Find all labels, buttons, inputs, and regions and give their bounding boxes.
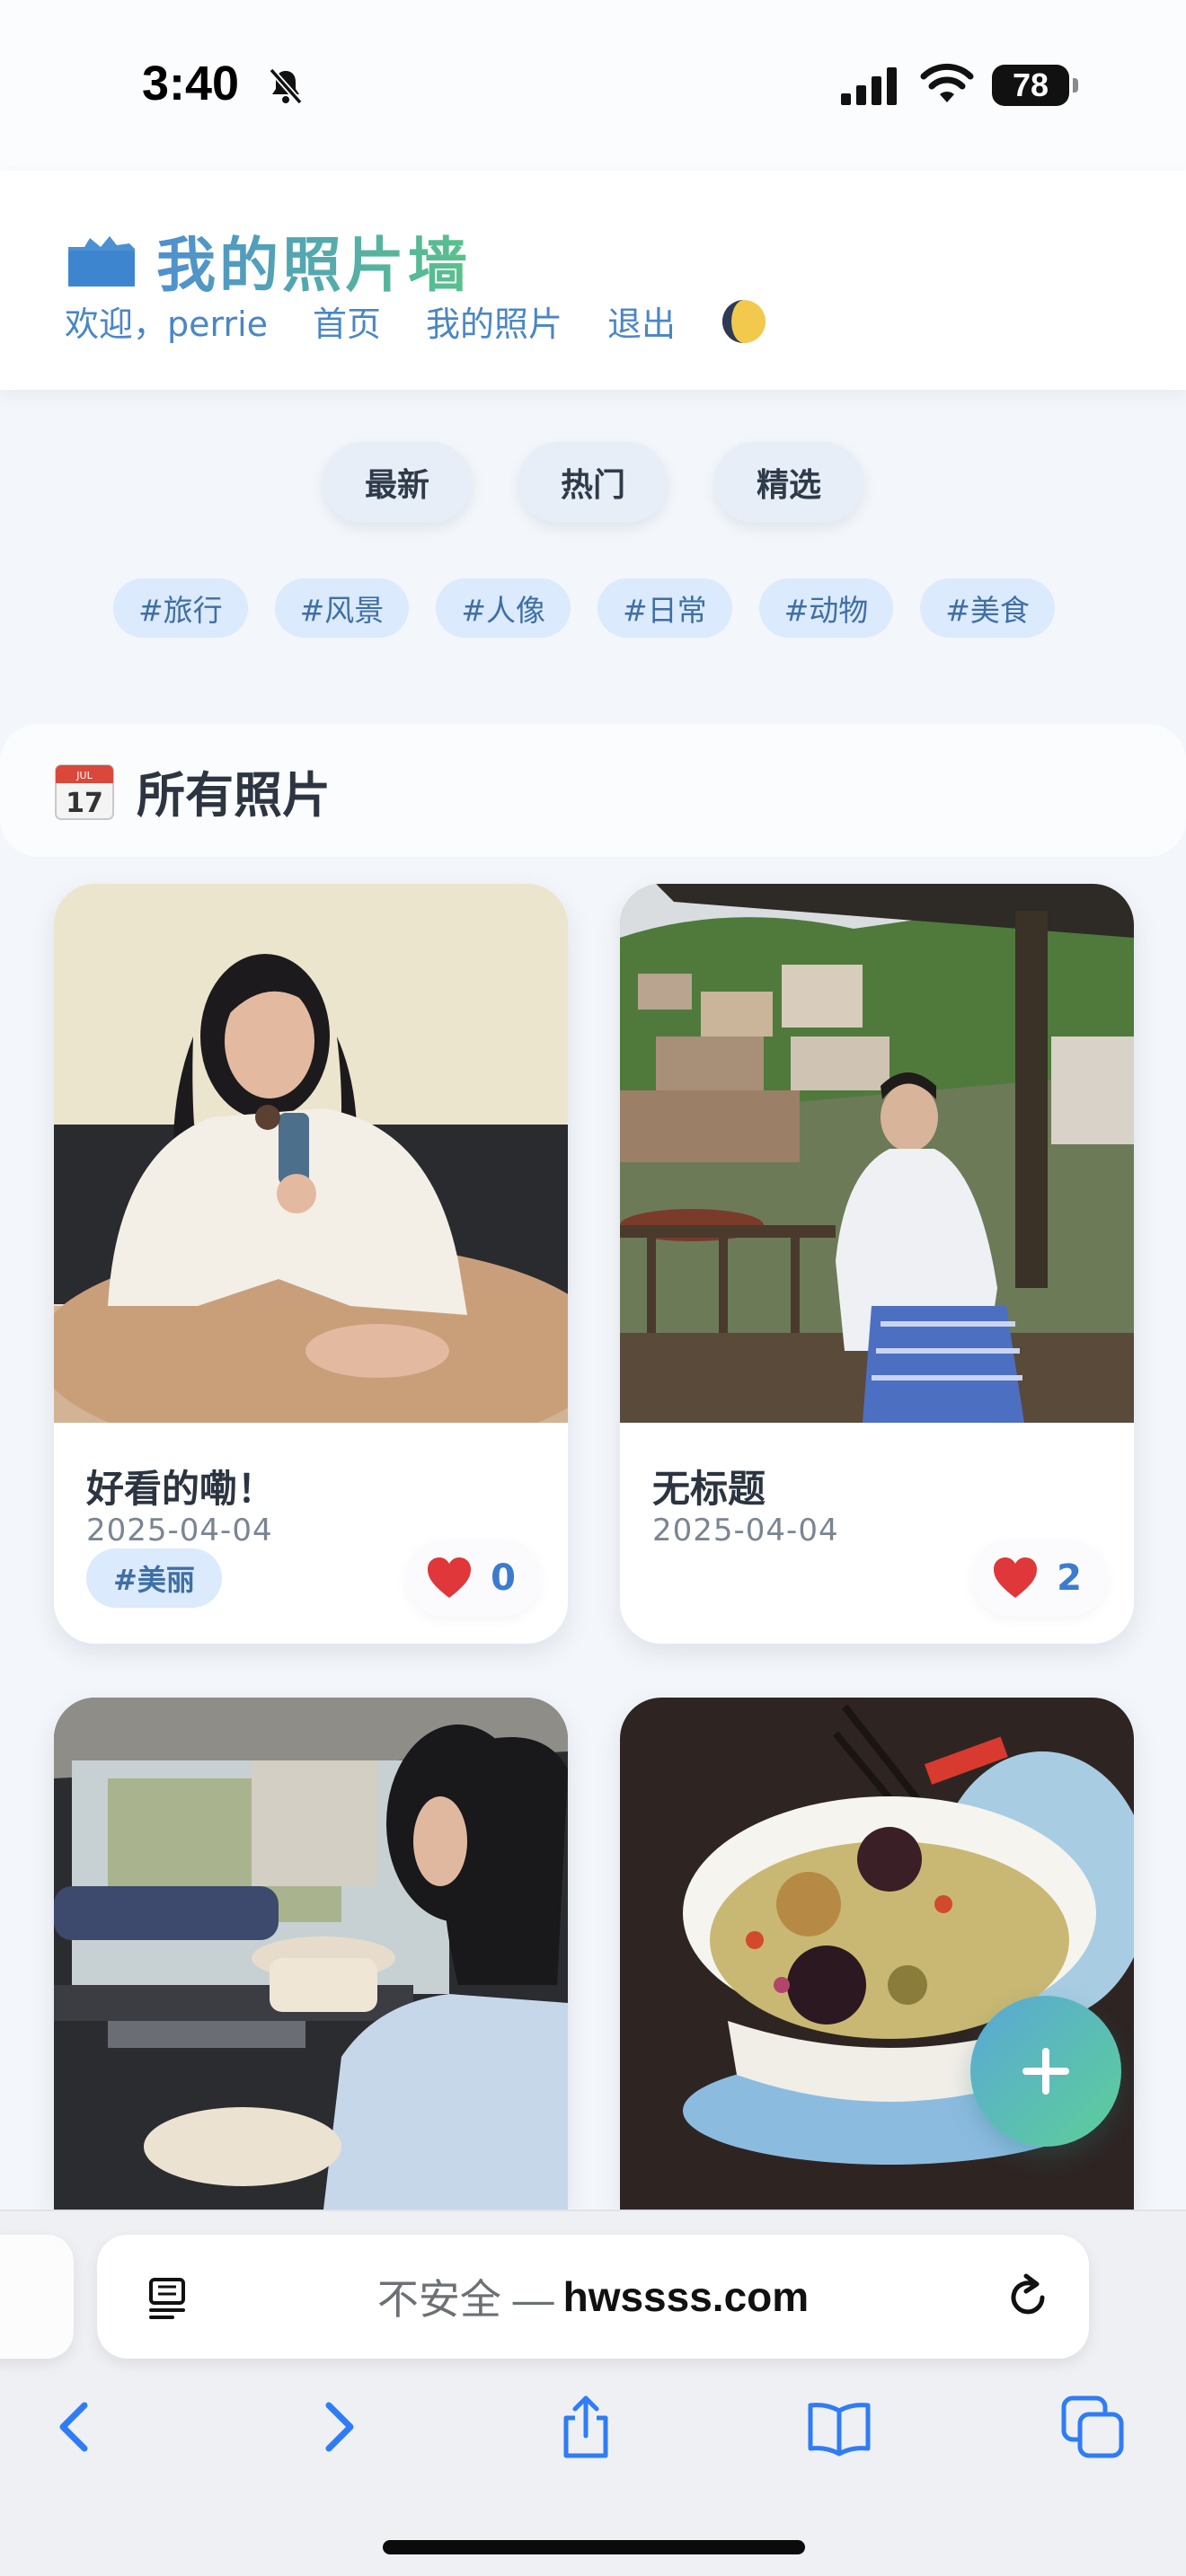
logo[interactable]: 我的照片墙 bbox=[65, 217, 471, 304]
site-header: 我的照片墙 欢迎，perrie 首页 我的照片 退出 bbox=[0, 171, 1186, 390]
back-icon[interactable] bbox=[43, 2393, 111, 2461]
share-icon[interactable] bbox=[552, 2393, 620, 2461]
status-time: 3:40 bbox=[142, 57, 240, 110]
heart-icon bbox=[994, 1557, 1038, 1598]
like-button[interactable]: 0 bbox=[406, 1539, 541, 1617]
url-domain: hwssss.com bbox=[562, 2273, 810, 2320]
cellular-signal-icon bbox=[841, 67, 897, 105]
like-count: 2 bbox=[1057, 1557, 1082, 1599]
home-indicator bbox=[383, 2540, 805, 2554]
tag-chip-travel[interactable]: #旅行 bbox=[113, 578, 248, 638]
sort-tabs: 最新 热门 精选 bbox=[0, 442, 1186, 523]
battery-icon: 78 bbox=[992, 65, 1078, 106]
calendar-icon: JUL 17 bbox=[55, 764, 114, 820]
reload-icon[interactable] bbox=[1001, 2271, 1055, 2325]
welcome-text: 欢迎，perrie bbox=[65, 304, 269, 344]
svg-text:JUL: JUL bbox=[75, 770, 93, 781]
photo-image[interactable] bbox=[620, 884, 1134, 1423]
site-title: 我的照片墙 bbox=[156, 217, 471, 304]
tag-chip-portrait[interactable]: #人像 bbox=[436, 578, 571, 638]
wifi-icon bbox=[920, 63, 974, 102]
sort-tab-popular[interactable]: 热门 bbox=[518, 442, 668, 523]
url-security-label: 不安全 — bbox=[376, 2276, 554, 2323]
photo-title: 好看的嘞！ bbox=[86, 1467, 276, 1511]
photo-title: 无标题 bbox=[652, 1467, 766, 1511]
tag-chip-animals[interactable]: #动物 bbox=[758, 578, 894, 638]
add-photo-button[interactable] bbox=[970, 1996, 1121, 2147]
sort-tab-featured[interactable]: 精选 bbox=[714, 442, 863, 523]
nav-bar: 欢迎，perrie 首页 我的照片 退出 bbox=[65, 296, 767, 346]
tag-chip-food[interactable]: #美食 bbox=[920, 578, 1055, 638]
photo-image[interactable] bbox=[54, 884, 568, 1423]
tag-chip-daily[interactable]: #日常 bbox=[597, 578, 732, 638]
forward-icon[interactable] bbox=[302, 2393, 370, 2461]
photo-date: 2025-04-04 bbox=[652, 1513, 839, 1548]
section-title: 所有照片 bbox=[137, 766, 331, 824]
plus-icon bbox=[1022, 2048, 1069, 2095]
heart-icon bbox=[428, 1557, 472, 1598]
like-button[interactable]: 2 bbox=[972, 1539, 1107, 1617]
address-bar[interactable]: 不安全 — hwssss.com bbox=[97, 2235, 1089, 2359]
svg-text:17: 17 bbox=[66, 788, 103, 819]
bell-slash-icon bbox=[269, 67, 303, 105]
photo-image[interactable] bbox=[54, 1698, 568, 2210]
nav-my-photos-link[interactable]: 我的照片 bbox=[426, 296, 562, 346]
status-bar: 3:40 78 bbox=[0, 0, 1186, 171]
browser-toolbar: 不安全 — hwssss.com bbox=[0, 2210, 1186, 2576]
tag-filter-row: #旅行 #风景 #人像 #日常 #动物 #美食 bbox=[113, 578, 1055, 638]
photo-info: 无标题 2025-04-04 2 bbox=[620, 1423, 1134, 1629]
like-count: 0 bbox=[491, 1557, 516, 1599]
bookmarks-icon[interactable] bbox=[805, 2393, 873, 2461]
photo-card[interactable]: 无标题 2025-04-04 2 bbox=[620, 884, 1134, 1644]
photo-info: 好看的嘞！ 2025-04-04 #美丽 0 bbox=[54, 1423, 568, 1629]
photo-tag[interactable]: #美丽 bbox=[86, 1548, 222, 1608]
nav-home-link[interactable]: 首页 bbox=[313, 296, 381, 346]
moon-icon[interactable] bbox=[721, 298, 767, 345]
photo-card[interactable] bbox=[54, 1698, 568, 2210]
previous-tab-preview[interactable] bbox=[0, 2235, 74, 2359]
sort-tab-latest[interactable]: 最新 bbox=[323, 442, 472, 523]
camera-icon bbox=[68, 236, 135, 287]
url-display: 不安全 — hwssss.com bbox=[97, 2235, 1089, 2359]
photo-card[interactable]: 好看的嘞！ 2025-04-04 #美丽 0 bbox=[54, 884, 568, 1644]
section-header: JUL 17 所有照片 bbox=[0, 724, 1186, 857]
photo-date: 2025-04-04 bbox=[86, 1513, 273, 1548]
tabs-icon[interactable] bbox=[1058, 2393, 1127, 2461]
tag-chip-scenery[interactable]: #风景 bbox=[274, 578, 410, 638]
nav-logout-link[interactable]: 退出 bbox=[607, 296, 676, 346]
